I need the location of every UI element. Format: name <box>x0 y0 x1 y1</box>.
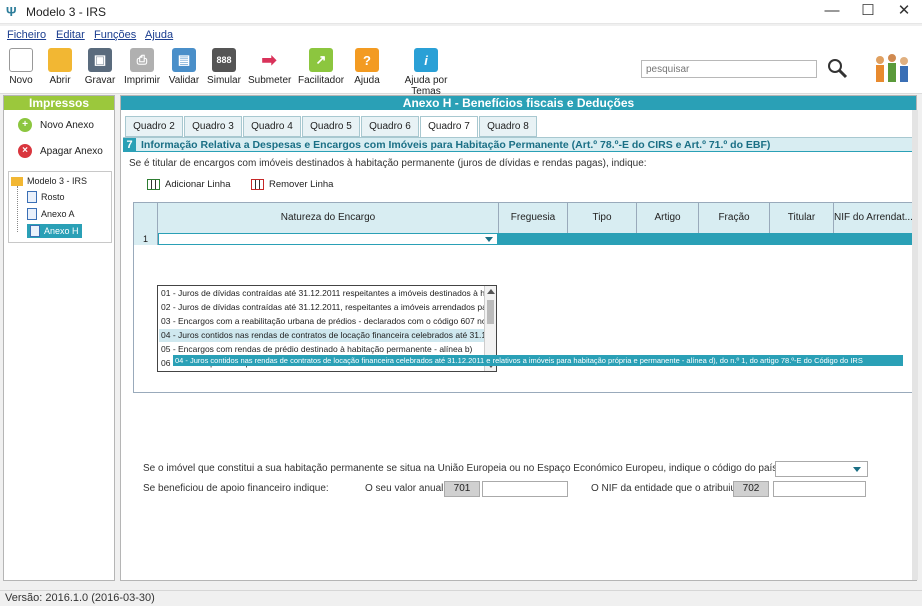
section-intro: Se é titular de encargos com imóveis des… <box>129 158 647 169</box>
validate-button[interactable]: ▤ Validar <box>168 48 200 86</box>
tab-quadro-4[interactable]: Quadro 4 <box>243 116 301 137</box>
section-title: Informação Relativa a Despesas e Encargo… <box>141 139 771 151</box>
document-icon <box>30 225 40 237</box>
search-icon[interactable] <box>826 57 848 79</box>
table-header: Natureza do Encargo Freguesia Tipo Artig… <box>134 203 914 233</box>
natureza-select[interactable] <box>158 233 498 245</box>
help-question-icon: ? <box>355 48 379 72</box>
financial-support-question: Se beneficiou de apoio financeiro indiqu… <box>143 483 329 494</box>
column-freguesia: Freguesia <box>499 203 568 233</box>
tree-item-rosto[interactable]: Rosto <box>27 190 65 204</box>
help-button[interactable]: ? Ajuda <box>352 48 382 86</box>
open-button[interactable]: Abrir <box>44 48 76 86</box>
tree-item-anexo-a[interactable]: Anexo A <box>27 207 75 221</box>
column-titular: Titular <box>770 203 834 233</box>
app-logo-icon: Ψ <box>6 4 17 19</box>
annex-title: Anexo H - Benefícios fiscais e Deduções <box>121 96 916 110</box>
folder-icon <box>11 176 23 186</box>
forms-tree: Modelo 3 - IRS Rosto Anexo A Anexo H <box>8 171 112 243</box>
menu-editar[interactable]: Editar <box>56 29 85 41</box>
new-button[interactable]: Novo <box>6 48 36 86</box>
save-disk-icon: ▣ <box>88 48 112 72</box>
facilitator-arrow-icon: ↗ <box>309 48 333 72</box>
open-folder-icon <box>48 48 72 72</box>
delete-circle-icon: × <box>18 144 32 158</box>
info-icon: i <box>414 48 438 72</box>
dropdown-option[interactable]: 01 - Juros de dívidas contraídas até 31.… <box>159 287 485 300</box>
column-fracao: Fração <box>699 203 770 233</box>
annex-panel: Anexo H - Benefícios fiscais e Deduções … <box>120 95 917 581</box>
field-code-702: 702 <box>733 481 769 497</box>
tree-item-anexo-h[interactable]: Anexo H <box>27 224 82 238</box>
facilitator-button[interactable]: ↗ Facilitador <box>298 48 344 86</box>
new-annex-button[interactable]: + Novo Anexo <box>18 118 94 132</box>
delete-annex-button[interactable]: × Apagar Anexo <box>18 144 103 158</box>
chevron-down-icon <box>485 237 493 242</box>
nif-entity-label: O NIF da entidade que o atribuiu <box>591 483 737 494</box>
tree-root[interactable]: Modelo 3 - IRS <box>11 174 87 188</box>
add-circle-icon: + <box>18 118 32 132</box>
row-number: 1 <box>134 233 158 245</box>
field-code-701: 701 <box>444 481 480 497</box>
tab-quadro-8[interactable]: Quadro 8 <box>479 116 537 137</box>
close-button[interactable]: ✕ <box>886 0 922 24</box>
option-tooltip: 04 - Juros contidos nas rendas de contra… <box>173 355 903 366</box>
search-input[interactable] <box>641 60 817 78</box>
submit-arrow-icon: ➡ <box>257 48 281 72</box>
dropdown-option-highlighted[interactable]: 04 - Juros contidos nas rendas de contra… <box>159 329 485 342</box>
help-topics-button[interactable]: i Ajuda por Temas <box>392 48 460 97</box>
country-code-select[interactable] <box>775 461 868 477</box>
dropdown-option[interactable]: 02 - Juros de dívidas contraídas até 31.… <box>159 301 485 314</box>
add-line-button[interactable]: Adicionar Linha <box>147 179 231 190</box>
section-number: 7 <box>123 138 136 152</box>
title-bar: Ψ Modelo 3 - IRS — ☐ ✕ <box>0 0 922 24</box>
quadro-content: 7 Informação Relativa a Despesas e Encar… <box>123 137 914 570</box>
vertical-scrollbar[interactable] <box>912 110 918 580</box>
tab-quadro-6[interactable]: Quadro 6 <box>361 116 419 137</box>
chevron-down-icon <box>853 467 861 472</box>
column-nif-arrendatario: NIF do Arrendat... <box>834 212 913 223</box>
nif-entity-input[interactable] <box>773 481 866 497</box>
window-title: Modelo 3 - IRS <box>26 5 107 19</box>
section-header: 7 Informação Relativa a Despesas e Encar… <box>123 138 914 152</box>
document-icon <box>27 208 37 220</box>
table-header-rownum <box>134 203 158 233</box>
print-button[interactable]: ⎙ Imprimir <box>124 48 160 86</box>
calculator-icon: 888 <box>212 48 236 72</box>
tab-quadro-5[interactable]: Quadro 5 <box>302 116 360 137</box>
status-bar: Versão: 2016.1.0 (2016-03-30) <box>0 590 922 606</box>
new-document-icon <box>9 48 33 72</box>
tab-quadro-2[interactable]: Quadro 2 <box>125 116 183 137</box>
eu-country-question: Se o imóvel que constitui a sua habitaçã… <box>143 463 778 474</box>
tab-quadro-3[interactable]: Quadro 3 <box>184 116 242 137</box>
maximize-button[interactable]: ☐ <box>850 0 886 24</box>
menu-ajuda[interactable]: Ajuda <box>145 29 173 41</box>
menu-funcoes[interactable]: Funções <box>94 29 136 41</box>
validate-form-icon: ▤ <box>172 48 196 72</box>
printer-icon: ⎙ <box>130 48 154 72</box>
people-group-icon <box>876 54 908 82</box>
tab-quadro-7[interactable]: Quadro 7 <box>420 116 478 138</box>
scroll-up-icon[interactable] <box>487 289 495 294</box>
remove-row-icon <box>251 179 264 190</box>
menu-ficheiro[interactable]: Ficheiro <box>7 29 46 41</box>
save-button[interactable]: ▣ Gravar <box>84 48 116 86</box>
column-natureza: Natureza do Encargo <box>158 203 499 233</box>
add-row-icon <box>147 179 160 190</box>
document-icon <box>27 191 37 203</box>
annual-value-label: O seu valor anual <box>365 483 444 494</box>
annual-value-input[interactable] <box>482 481 568 497</box>
submit-button[interactable]: ➡ Submeter <box>248 48 291 86</box>
column-artigo: Artigo <box>637 203 699 233</box>
simulate-button[interactable]: 888 Simular <box>206 48 242 86</box>
column-tipo: Tipo <box>568 203 637 233</box>
remove-line-button[interactable]: Remover Linha <box>251 179 333 190</box>
dropdown-option[interactable]: 03 - Encargos com a reabilitação urbana … <box>159 315 485 328</box>
forms-panel-title: Impressos <box>4 96 114 110</box>
forms-panel: Impressos + Novo Anexo × Apagar Anexo Mo… <box>3 95 115 581</box>
minimize-button[interactable]: — <box>814 0 850 24</box>
scroll-thumb[interactable] <box>487 300 494 324</box>
menu-bar: Ficheiro Editar Funções Ajuda <box>0 26 922 44</box>
